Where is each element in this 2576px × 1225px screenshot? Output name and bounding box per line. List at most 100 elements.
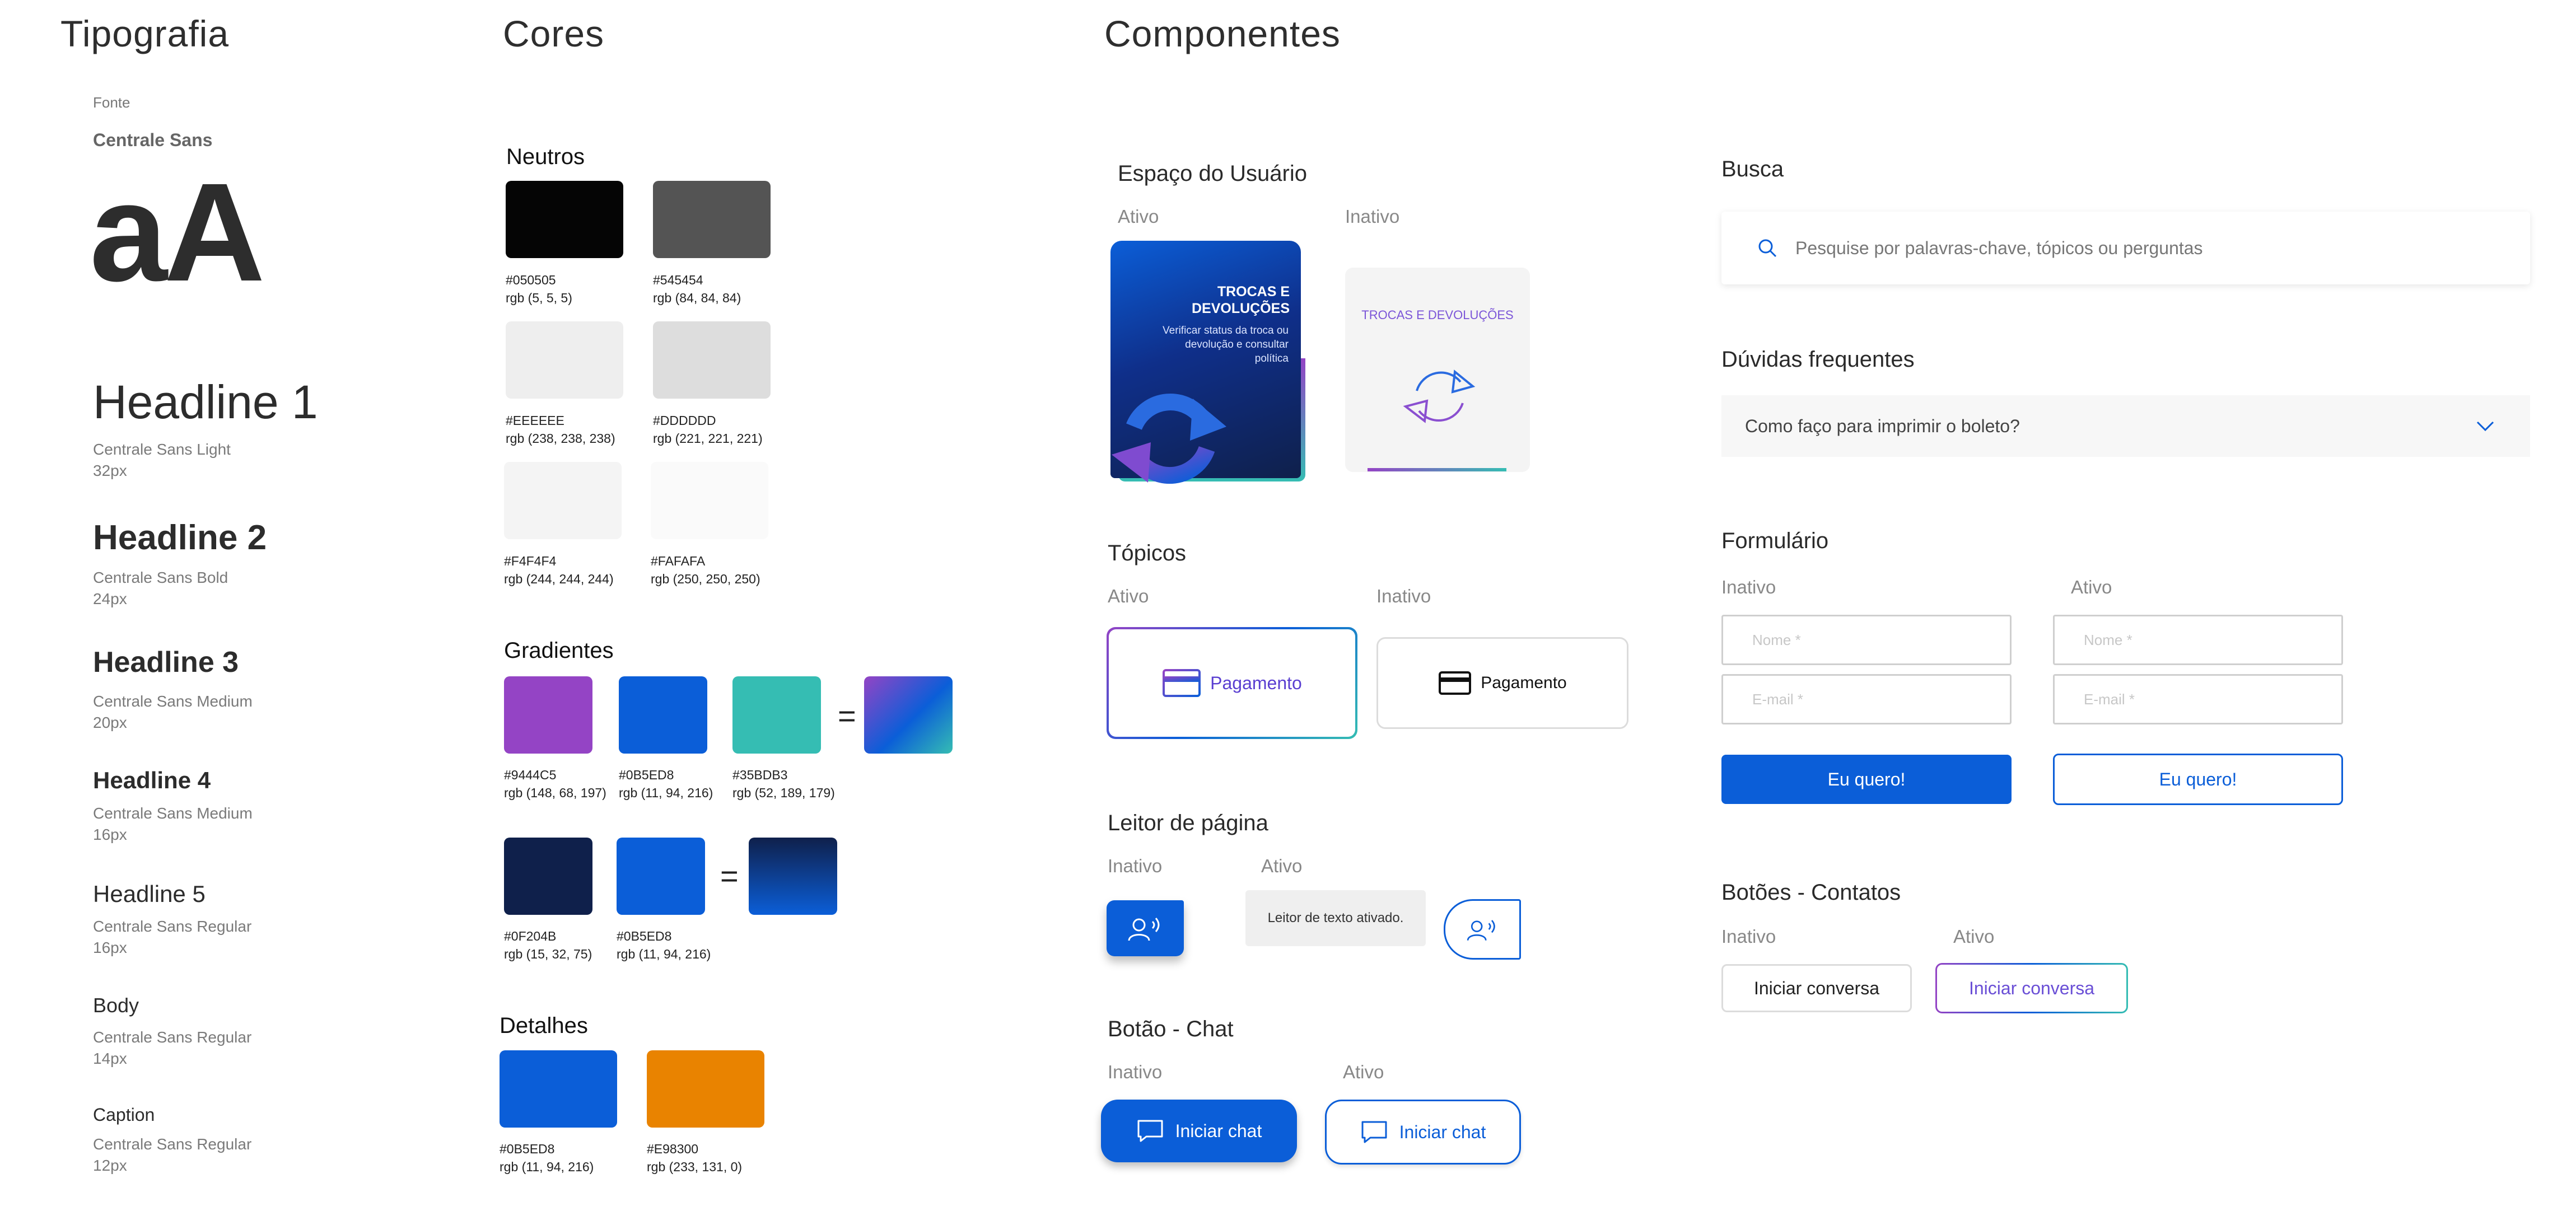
- state-inactive-label: Inativo: [1376, 586, 1431, 606]
- topic-card-inactive[interactable]: Pagamento: [1376, 637, 1628, 729]
- headline-5-weight: Centrale Sans Regular: [93, 918, 252, 935]
- state-active-label: Ativo: [1343, 1062, 1384, 1082]
- caption-sample: Caption: [93, 1105, 155, 1125]
- page-reader-button-active[interactable]: [1444, 899, 1521, 960]
- gradient-result-2: [749, 838, 837, 915]
- card-title: TROCAS E DEVOLUÇÕES: [1191, 284, 1290, 316]
- headline-2-size: 24px: [93, 590, 127, 607]
- swatch-050505: [506, 181, 623, 258]
- gradients-title: Gradientes: [504, 638, 614, 663]
- search-title: Busca: [1721, 157, 1784, 181]
- contact-button-active[interactable]: Iniciar conversa: [1935, 963, 2128, 1013]
- search-icon: [1758, 239, 1777, 258]
- email-field-inactive[interactable]: E-mail *: [1721, 674, 2012, 724]
- page-reader-title: Leitor de página: [1108, 811, 1268, 835]
- topic-card-active[interactable]: Pagamento: [1107, 627, 1357, 739]
- submit-button-active[interactable]: Eu quero!: [2053, 754, 2343, 805]
- font-specimen: aA: [90, 154, 265, 310]
- submit-button-inactive[interactable]: Eu quero!: [1721, 755, 2012, 804]
- swatch-label: #35BDB3 rgb (52, 189, 179): [732, 768, 835, 800]
- state-inactive-label: Inativo: [1345, 206, 1400, 227]
- headline-1-weight: Centrale Sans Light: [93, 441, 231, 458]
- faq-accordion-item[interactable]: Como faço para imprimir o boleto?: [1721, 395, 2530, 457]
- chat-button-active[interactable]: Iniciar chat: [1325, 1100, 1521, 1165]
- state-active-label: Ativo: [1118, 206, 1159, 227]
- swatch-0f204b: [504, 838, 592, 915]
- state-active-label: Ativo: [2071, 577, 2112, 597]
- speaking-head-icon: [1128, 918, 1160, 941]
- user-space-card-inactive[interactable]: TROCAS E DEVOLUÇÕES: [1345, 268, 1530, 472]
- faq-question: Como faço para imprimir o boleto?: [1745, 415, 2020, 436]
- body-weight: Centrale Sans Regular: [93, 1028, 252, 1046]
- page-reader-button-inactive[interactable]: [1107, 900, 1184, 956]
- swatch-label: #545454 rgb (84, 84, 84): [653, 273, 741, 305]
- swatch-label: #E98300 rgb (233, 131, 0): [647, 1142, 743, 1174]
- state-active-label: Ativo: [1108, 586, 1149, 606]
- neutrals-title: Neutros: [506, 144, 585, 169]
- chat-button-label: Iniciar chat: [1399, 1121, 1486, 1142]
- name-field-inactive[interactable]: Nome *: [1721, 615, 2012, 665]
- headline-2-sample: Headline 2: [93, 518, 267, 557]
- body-sample: Body: [93, 994, 139, 1017]
- exchange-icon: [1112, 394, 1226, 484]
- swatch-label: #DDDDDD rgb (221, 221, 221): [653, 413, 763, 446]
- details-title: Detalhes: [500, 1013, 588, 1038]
- chat-button-inactive[interactable]: Iniciar chat: [1101, 1100, 1297, 1162]
- headline-3-weight: Centrale Sans Medium: [93, 693, 253, 710]
- name-field-active[interactable]: Nome *: [2053, 615, 2343, 665]
- swatch-eeeeee: [506, 321, 623, 399]
- speaking-head-icon: [1467, 920, 1495, 941]
- search-input[interactable]: Pesquise por palavras-chave, tópicos ou …: [1795, 238, 2203, 259]
- state-active-label: Ativo: [1261, 855, 1303, 876]
- user-space-card-active[interactable]: TROCAS E DEVOLUÇÕES Verificar status da …: [1110, 241, 1305, 484]
- colors-section-title: Cores: [503, 13, 605, 54]
- swatch-label: #0B5ED8 rgb (11, 94, 216): [500, 1142, 594, 1174]
- search-bar[interactable]: Pesquise por palavras-chave, tópicos ou …: [1721, 212, 2530, 284]
- reader-tooltip: Leitor de texto ativado.: [1245, 890, 1426, 946]
- chat-button-title: Botão - Chat: [1108, 1017, 1234, 1041]
- swatch-label: #0B5ED8 rgb (11, 94, 216): [619, 768, 713, 800]
- state-active-label: Ativo: [1953, 926, 1995, 947]
- credit-card-icon: [1439, 671, 1472, 695]
- headline-3-sample: Headline 3: [93, 646, 239, 679]
- gradient-result-1: [864, 676, 953, 754]
- headline-2-weight: Centrale Sans Bold: [93, 569, 228, 586]
- headline-4-weight: Centrale Sans Medium: [93, 805, 253, 822]
- topics-title: Tópicos: [1108, 541, 1187, 565]
- swatch-label: #0B5ED8 rgb (11, 94, 216): [617, 929, 711, 961]
- font-label: Fonte: [93, 94, 130, 111]
- user-space-title: Espaço do Usuário: [1118, 161, 1307, 186]
- card-description: Verificar status da troca ou devolução e…: [1163, 325, 1289, 364]
- headline-1-sample: Headline 1: [93, 376, 318, 428]
- headline-5-size: 16px: [93, 939, 127, 956]
- equals-sign: =: [838, 698, 856, 733]
- swatch-label: #FAFAFA rgb (250, 250, 250): [651, 554, 760, 586]
- topic-label-inactive: Pagamento: [1481, 674, 1567, 692]
- font-name: Centrale Sans: [93, 130, 213, 150]
- chat-button-label: Iniciar chat: [1175, 1120, 1262, 1141]
- swatch-0b5ed8: [617, 838, 705, 915]
- headline-4-size: 16px: [93, 826, 127, 843]
- components-section-title: Componentes: [1104, 13, 1341, 54]
- caption-weight: Centrale Sans Regular: [93, 1135, 252, 1153]
- typography-section-title: Tipografia: [60, 13, 230, 54]
- form-title: Formulário: [1721, 529, 1829, 553]
- email-field-active[interactable]: E-mail *: [2053, 674, 2343, 724]
- caption-size: 12px: [93, 1157, 127, 1174]
- swatch-9444c5: [504, 676, 592, 754]
- credit-card-icon: [1163, 669, 1201, 697]
- swatch-label: #9444C5 rgb (148, 68, 197): [504, 768, 606, 800]
- swatch-0b5ed8: [619, 676, 707, 754]
- swatch-fafafa: [651, 462, 768, 539]
- swatch-label: #EEEEEE rgb (238, 238, 238): [506, 413, 615, 446]
- exchange-icon-outline: [1403, 370, 1476, 423]
- headline-5-sample: Headline 5: [93, 881, 206, 907]
- faq-title: Dúvidas frequentes: [1721, 347, 1915, 372]
- chat-bubble-icon: [1137, 1120, 1163, 1142]
- swatch-label: #F4F4F4 rgb (244, 244, 244): [504, 554, 614, 586]
- swatch-dddddd: [653, 321, 771, 399]
- state-inactive-label: Inativo: [1721, 926, 1776, 947]
- swatch-35bdb3: [732, 676, 821, 754]
- topic-label-active: Pagamento: [1210, 672, 1302, 693]
- contact-button-inactive[interactable]: Iniciar conversa: [1721, 964, 1912, 1012]
